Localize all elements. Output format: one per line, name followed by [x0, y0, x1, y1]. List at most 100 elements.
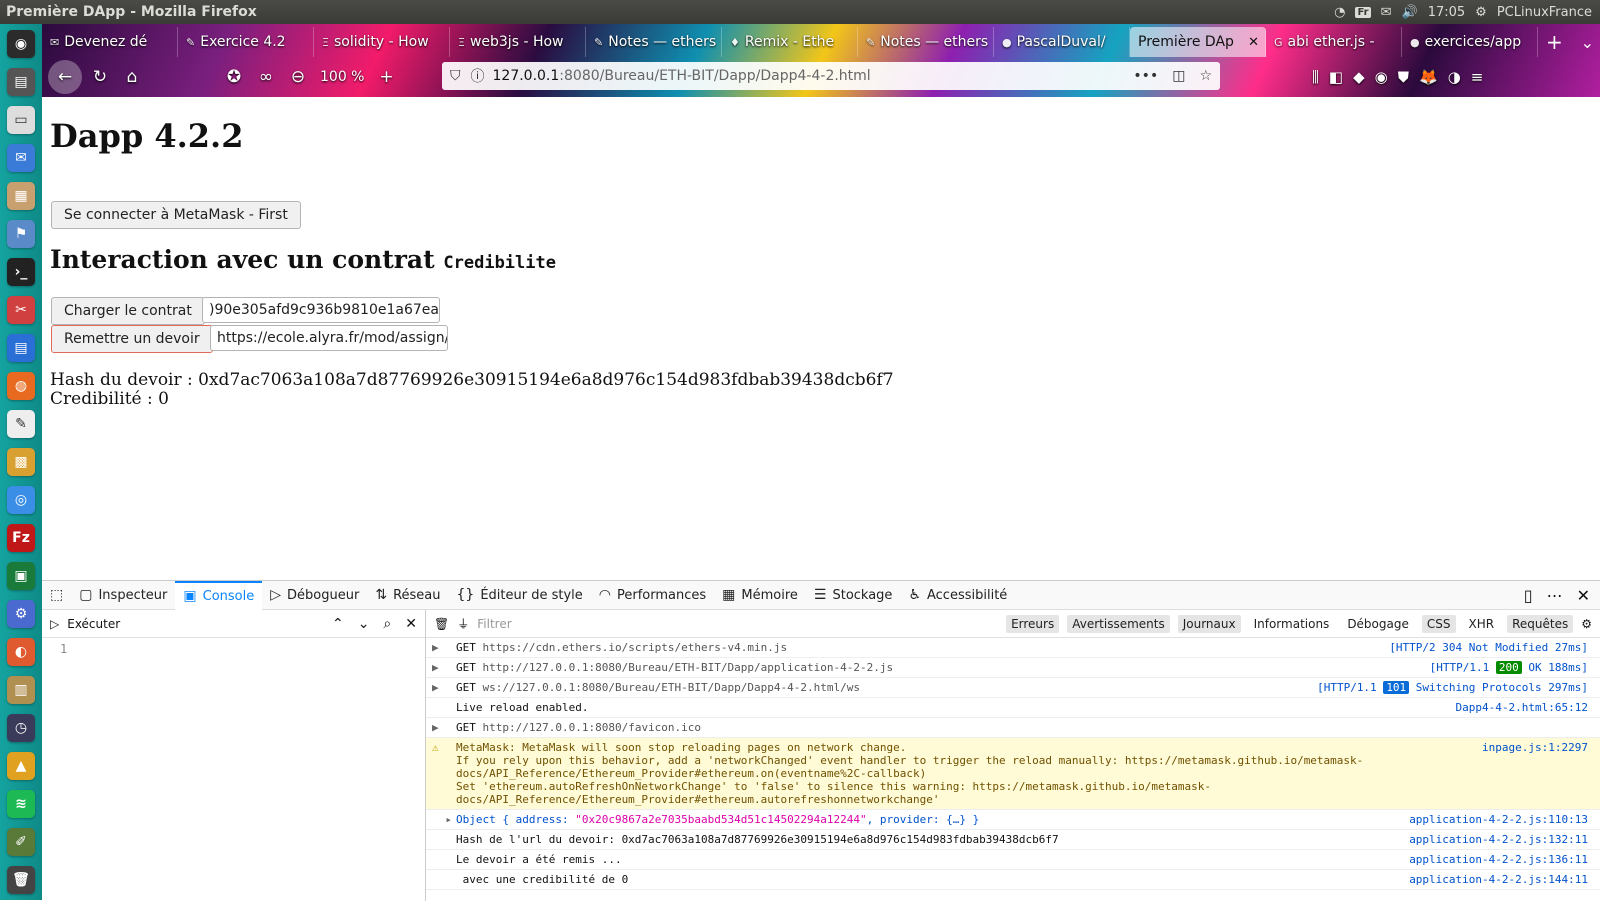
close-icon[interactable]: ✕: [405, 616, 417, 632]
warning-app-icon[interactable]: ▲: [7, 752, 35, 780]
tab[interactable]: Ξweb3js - How: [450, 27, 586, 57]
tab[interactable]: ✎ Exercice 4.2: [178, 27, 314, 57]
tab-active[interactable]: Première DAp ✕: [1130, 27, 1266, 57]
log-row[interactable]: ▶ GET http://127.0.0.1:8080/Bureau/ETH-BI…: [426, 658, 1600, 678]
tab-storage[interactable]: ☰ Stockage: [806, 581, 901, 610]
paint-icon[interactable]: ✐: [7, 828, 35, 856]
wifi-icon[interactable]: ◔: [1334, 5, 1345, 20]
tools-icon[interactable]: ✂: [7, 296, 35, 324]
filter-debug[interactable]: Débogage: [1342, 615, 1414, 633]
gear-icon[interactable]: ⚙: [1581, 617, 1592, 631]
files-icon[interactable]: ▦: [7, 182, 35, 210]
tab[interactable]: ✉ Devenez dé: [42, 27, 178, 57]
pick-element-icon[interactable]: ⬚: [42, 581, 71, 610]
clock[interactable]: 17:05: [1428, 5, 1465, 20]
mask-icon[interactable]: ∞: [252, 63, 280, 91]
brave-icon[interactable]: ◆: [1353, 68, 1365, 86]
menu-icon[interactable]: ≡: [1471, 68, 1484, 86]
log-url[interactable]: http://127.0.0.1:8080/favicon.ico: [483, 721, 702, 734]
filter-css[interactable]: CSS: [1421, 614, 1456, 633]
search-icon[interactable]: ⌕: [383, 616, 391, 632]
new-tab-button[interactable]: +: [1538, 27, 1571, 57]
log-source-link[interactable]: Dapp4-4-2.html:65:12: [1456, 701, 1588, 714]
text-editor-icon[interactable]: ✎: [7, 410, 35, 438]
library-icon[interactable]: ⫼: [1312, 68, 1319, 86]
writer-icon[interactable]: ▤: [7, 334, 35, 362]
load-contract-button[interactable]: Charger le contrat: [51, 297, 205, 325]
tab-console[interactable]: ▣ Console: [175, 580, 263, 610]
zoom-level[interactable]: 100 %: [316, 69, 368, 85]
log-source-link[interactable]: inpage.js:1:2297: [1482, 741, 1588, 806]
tab-list-chevron-icon[interactable]: ⌄: [1581, 27, 1600, 57]
log-row[interactable]: ▶ GET ws://127.0.0.1:8080/Bureau/ETH-BIT/…: [426, 678, 1600, 698]
tab[interactable]: ● exercices/app: [1402, 27, 1538, 57]
tab-performance[interactable]: ◠ Performances: [591, 581, 714, 610]
volume-icon[interactable]: 🔊: [1402, 5, 1418, 20]
settings-icon[interactable]: ⚙: [7, 600, 35, 628]
trash-icon[interactable]: 🗑: [434, 617, 449, 631]
expand-icon[interactable]: ▸: [432, 813, 456, 826]
system-monitor-icon[interactable]: ▤: [7, 68, 35, 96]
expand-icon[interactable]: ▶: [432, 661, 456, 674]
tab[interactable]: Ξsolidity - How: [314, 27, 450, 57]
filezilla-icon[interactable]: Fz: [7, 524, 35, 552]
tab-network[interactable]: ⇅ Réseau: [367, 581, 448, 610]
pocket-icon[interactable]: ◫: [1172, 68, 1185, 84]
tab-memory[interactable]: ▦ Mémoire: [714, 581, 806, 610]
log-status[interactable]: [HTTP/1.1 101 Switching Protocols 297ms]: [1317, 681, 1588, 694]
close-icon[interactable]: ✕: [1577, 586, 1590, 605]
bookmark-star-icon[interactable]: ☆: [1199, 68, 1212, 84]
ubuntu-icon[interactable]: ◐: [7, 638, 35, 666]
chess-icon[interactable]: ▩: [7, 448, 35, 476]
tab[interactable]: ✎ Notes — ethers: [858, 27, 994, 57]
tab[interactable]: ● PascalDuval/: [994, 27, 1130, 57]
close-tab-icon[interactable]: ✕: [1248, 35, 1259, 50]
log-url[interactable]: http://127.0.0.1:8080/Bureau/ETH-BIT/Dap…: [483, 661, 894, 674]
dash-icon[interactable]: ◉: [7, 30, 35, 58]
assignment-url-input[interactable]: https://ecole.alyra.fr/mod/assign/: [210, 325, 448, 351]
spotify-icon[interactable]: ≋: [7, 790, 35, 818]
archive-icon[interactable]: ▥: [7, 676, 35, 704]
session-user[interactable]: PCLinuxFrance: [1497, 5, 1592, 20]
expand-icon[interactable]: ▶: [432, 721, 456, 734]
log-url[interactable]: https://cdn.ethers.io/scripts/ethers-v4.…: [483, 641, 788, 654]
sync-icon[interactable]: ◉: [1375, 68, 1388, 86]
contract-address-input[interactable]: )90e305afd9c936b9810e1a67ea0: [202, 297, 440, 323]
home-icon[interactable]: ⌂: [118, 63, 146, 91]
log-url[interactable]: ws://127.0.0.1:8080/Bureau/ETH-BIT/Dapp/…: [483, 681, 861, 694]
chevron-up-icon[interactable]: ⌃: [332, 616, 344, 632]
ublock-icon[interactable]: ⛊: [1398, 68, 1409, 86]
filter-warnings[interactable]: Avertissements: [1067, 614, 1170, 633]
url-bar[interactable]: ⛉ ⓘ 127.0.0.1:8080/Bureau/ETH-BIT/Dapp/D…: [442, 62, 1220, 90]
info-icon[interactable]: ⓘ: [471, 66, 485, 86]
page-actions-icon[interactable]: •••: [1133, 68, 1158, 84]
filter-logs[interactable]: Journaux: [1177, 614, 1241, 633]
terminal-icon[interactable]: ›_: [7, 258, 35, 286]
mail-icon[interactable]: ✉: [1381, 5, 1392, 20]
drive-icon[interactable]: ▭: [7, 106, 35, 134]
expand-icon[interactable]: ▶: [432, 681, 456, 694]
log-status[interactable]: [HTTP/1.1 200 OK 188ms]: [1430, 661, 1588, 674]
addon-icon[interactable]: ◑: [1448, 68, 1461, 86]
tab-style-editor[interactable]: {} Éditeur de style: [449, 581, 591, 610]
log-row[interactable]: ▶ GET https://cdn.ethers.io/scripts/ether…: [426, 638, 1600, 658]
shield-icon[interactable]: ⛉: [450, 68, 461, 84]
trash-icon[interactable]: 🗑: [7, 866, 35, 894]
chevron-down-icon[interactable]: ⌄: [358, 616, 370, 632]
tab-accessibility[interactable]: ♿ Accessibilité: [900, 581, 1015, 610]
console-editor[interactable]: ▷ Exécuter ⌃ ⌄ ⌕ ✕ 1: [42, 610, 426, 901]
run-button[interactable]: Exécuter: [67, 617, 120, 631]
remote-desktop-icon[interactable]: ▣: [7, 562, 35, 590]
tab[interactable]: ✎ Notes — ethers: [586, 27, 722, 57]
gear-icon[interactable]: ⚙: [1475, 5, 1487, 20]
filter-xhr[interactable]: XHR: [1464, 615, 1500, 633]
sidebar-icon[interactable]: ◧: [1329, 68, 1343, 86]
keyboard-layout-indicator[interactable]: Fr: [1355, 6, 1371, 18]
filter-info[interactable]: Informations: [1249, 615, 1335, 633]
tab-debugger[interactable]: ▷ Débogueur: [262, 581, 367, 610]
tab[interactable]: ♦ Remix - Ethe: [722, 27, 858, 57]
log-source-link[interactable]: application-4-2-2.js:132:11: [1409, 833, 1588, 846]
expand-icon[interactable]: ▶: [432, 641, 456, 654]
metamask-fox-icon[interactable]: 🦊: [1419, 68, 1438, 86]
reload-icon[interactable]: ↻: [86, 63, 114, 91]
